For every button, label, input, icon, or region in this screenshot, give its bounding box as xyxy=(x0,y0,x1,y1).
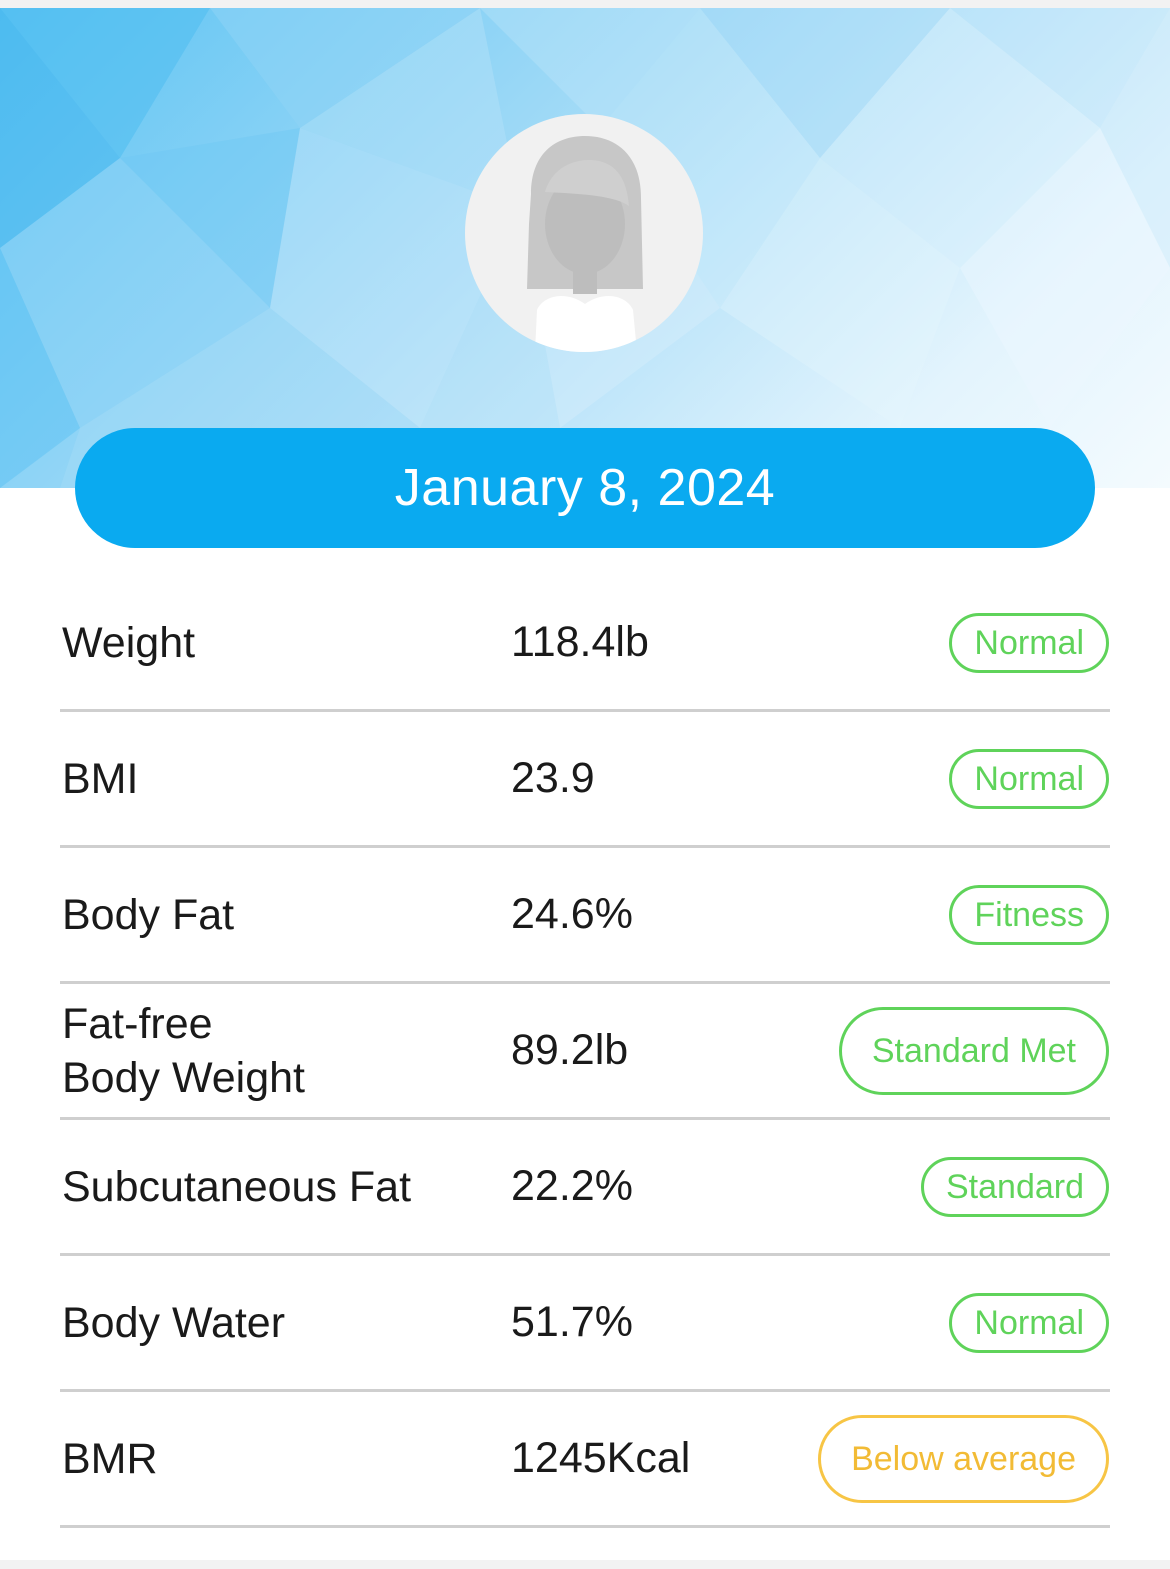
metric-value: 89.2lb xyxy=(511,1026,629,1074)
metric-row[interactable]: Body Fat 24.6% Fitness xyxy=(60,848,1110,984)
metric-row[interactable]: BMI 23.9 Normal xyxy=(60,712,1110,848)
metric-label: Fat-free Body Weight xyxy=(62,999,306,1102)
avatar[interactable] xyxy=(465,114,703,352)
female-avatar-icon xyxy=(527,136,643,352)
metric-label: Weight xyxy=(62,618,196,667)
metric-label: Subcutaneous Fat xyxy=(62,1162,412,1211)
metric-label: BMI xyxy=(62,754,139,803)
header-banner xyxy=(0,8,1170,488)
status-badge: Standard Met xyxy=(838,1006,1109,1095)
metrics-list: Weight 118.4lb Normal BMI 23.9 Normal Body Fat… xyxy=(60,576,1110,1528)
metric-row[interactable]: Body Water 51.7% Normal xyxy=(60,1256,1110,1392)
report-card: January 8, 2024 Weight 118.4lb Normal BMI 23… xyxy=(0,8,1170,1560)
status-badge: Normal xyxy=(949,748,1109,809)
status-badge: Below average xyxy=(818,1414,1109,1503)
metric-value: 22.2% xyxy=(511,1162,633,1210)
status-badge: Fitness xyxy=(949,884,1109,945)
metric-label: Body Water xyxy=(62,1298,286,1347)
metric-value: 118.4lb xyxy=(511,618,649,666)
date-banner[interactable]: January 8, 2024 xyxy=(75,428,1095,548)
metric-value: 51.7% xyxy=(511,1298,633,1346)
metric-value: 24.6% xyxy=(511,890,633,938)
metric-value: 23.9 xyxy=(511,754,595,802)
metric-row[interactable]: Fat-free Body Weight 89.2lb Standard Met xyxy=(60,984,1110,1120)
status-badge: Standard xyxy=(921,1156,1109,1217)
metric-row[interactable]: Weight 118.4lb Normal xyxy=(60,576,1110,712)
metric-label: BMR xyxy=(62,1434,158,1483)
status-badge: Normal xyxy=(949,612,1109,673)
metric-value: 1245Kcal xyxy=(511,1434,691,1482)
metric-row[interactable]: Subcutaneous Fat 22.2% Standard xyxy=(60,1120,1110,1256)
metric-label: Body Fat xyxy=(62,890,235,939)
metric-row[interactable]: BMR 1245Kcal Below average xyxy=(60,1392,1110,1528)
status-badge: Normal xyxy=(949,1292,1109,1353)
